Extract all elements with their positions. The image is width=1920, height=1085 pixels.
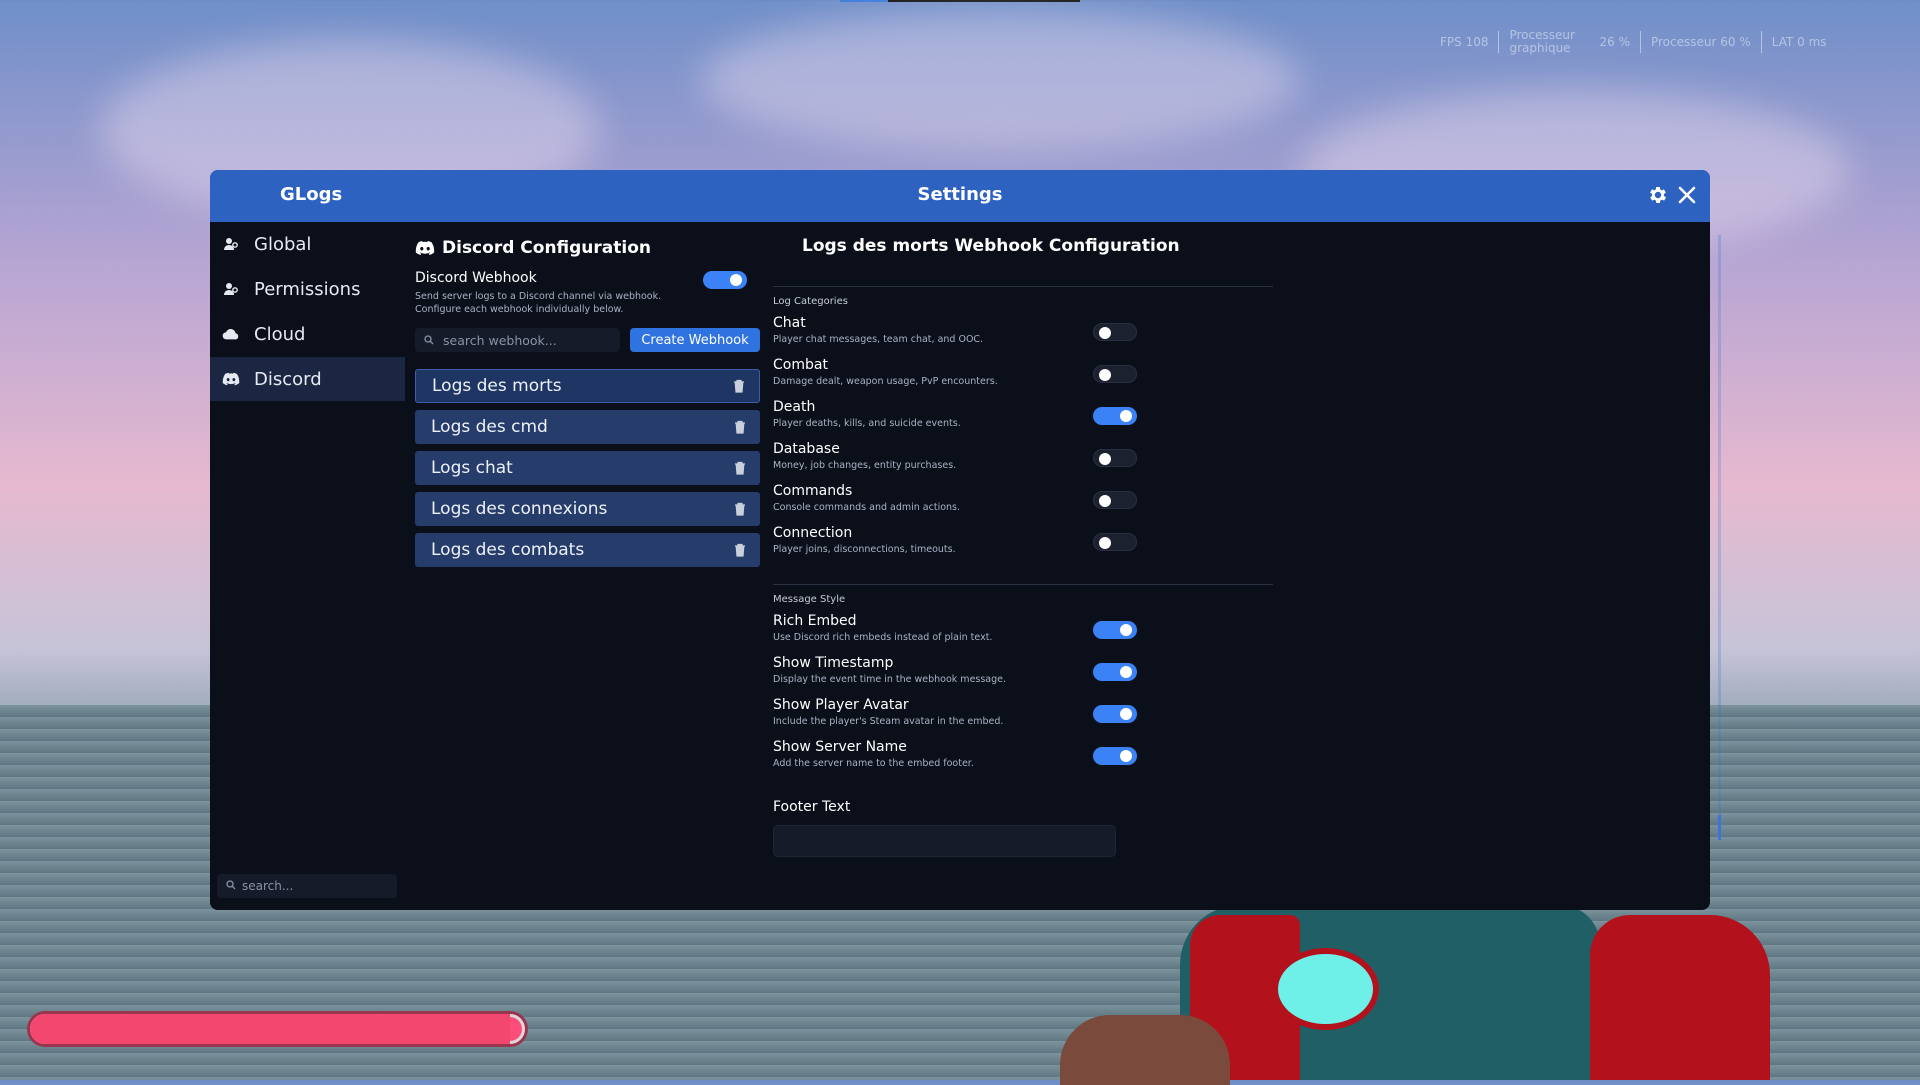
sidebar-search-placeholder: search... (242, 879, 294, 893)
background-scroll-indicator (1718, 235, 1721, 840)
top-progress-mark (840, 0, 1080, 2)
show-timestamp-toggle[interactable] (1093, 663, 1137, 681)
option-name: Chat (773, 315, 806, 331)
discord-webhook-label: Discord Webhook (415, 270, 537, 286)
player-weapon-viewmodel (1060, 905, 1780, 1085)
option-description: Damage dealt, weapon usage, PvP encounte… (773, 376, 998, 387)
option-description: Add the server name to the embed footer. (773, 758, 974, 769)
footer-text-label: Footer Text (773, 799, 851, 815)
performance-overlay: FPS 108 Processeur graphique 26 % Proces… (1440, 22, 1900, 62)
description-line: Configure each webhook individually belo… (415, 304, 624, 315)
webhook-item-label: Logs des morts (432, 376, 562, 396)
sidebar-item-label: Permissions (254, 278, 361, 300)
description-line: Send server logs to a Discord channel vi… (415, 291, 662, 302)
option-name: Database (773, 441, 840, 457)
window-title: Settings (917, 184, 1003, 205)
option-description: Use Discord rich embeds instead of plain… (773, 632, 993, 643)
option-description: Console commands and admin actions. (773, 502, 961, 513)
settings-window: GLogs Settings Global Permissions Cloud (210, 170, 1710, 910)
option-name: Show Server Name (773, 739, 907, 755)
webhook-config-title: Logs des morts Webhook Configuration (802, 236, 1180, 256)
category-database-toggle[interactable] (1093, 449, 1137, 467)
sidebar-search[interactable]: search... (217, 874, 397, 898)
fps-readout: FPS 108 (1440, 35, 1489, 49)
option-description: Money, job changes, entity purchases. (773, 460, 957, 471)
category-commands-toggle[interactable] (1093, 491, 1137, 509)
users-icon (222, 235, 240, 253)
divider (773, 286, 1273, 287)
health-bar-fill (30, 1014, 511, 1044)
divider (773, 584, 1273, 585)
section-title: Discord Configuration (415, 236, 651, 260)
option-description: Display the event time in the webhook me… (773, 674, 1007, 685)
search-icon (226, 879, 236, 893)
window-titlebar: GLogs Settings (210, 170, 1710, 222)
category-combat-toggle[interactable] (1093, 365, 1137, 383)
webhook-item[interactable]: Logs des cmd (415, 410, 760, 444)
rich-embed-toggle[interactable] (1093, 621, 1137, 639)
sidebar-item-permissions[interactable]: Permissions (210, 267, 405, 311)
latency-readout: LAT 0 ms (1771, 35, 1827, 49)
close-icon[interactable] (1674, 182, 1700, 208)
sidebar-item-label: Global (254, 233, 312, 255)
option-name: Connection (773, 525, 853, 541)
sidebar-item-cloud[interactable]: Cloud (210, 312, 405, 356)
webhook-item-label: Logs des cmd (431, 417, 548, 437)
create-webhook-button[interactable]: Create Webhook (630, 328, 760, 352)
webhook-item[interactable]: Logs des morts (415, 369, 760, 403)
webhook-item-label: Logs des combats (431, 540, 585, 560)
message-style-label: Message Style (773, 594, 846, 605)
option-description: Player deaths, kills, and suicide events… (773, 418, 961, 429)
gpu-readout: 26 % (1599, 35, 1630, 49)
webhook-item[interactable]: Logs chat (415, 451, 760, 485)
cpu-readout: Processeur 60 % (1650, 35, 1751, 49)
sidebar-item-label: Discord (254, 368, 322, 390)
log-categories-label: Log Categories (773, 296, 848, 307)
trash-icon[interactable] (728, 415, 752, 439)
webhook-search-placeholder: search webhook... (443, 332, 557, 348)
option-description: Include the player's Steam avatar in the… (773, 716, 1004, 727)
discord-webhook-description: Send server logs to a Discord channel vi… (415, 290, 685, 316)
sidebar-item-label: Cloud (254, 323, 306, 345)
users-icon (222, 280, 240, 298)
trash-icon[interactable] (728, 538, 752, 562)
gear-icon[interactable] (1645, 182, 1671, 208)
discord-webhook-toggle[interactable] (703, 271, 747, 289)
trash-icon[interactable] (728, 456, 752, 480)
option-name: Death (773, 399, 816, 415)
webhook-item[interactable]: Logs des combats (415, 533, 760, 567)
health-bar (30, 1014, 525, 1044)
trash-icon[interactable] (727, 374, 751, 398)
discord-icon (415, 240, 435, 256)
show-player-avatar-toggle[interactable] (1093, 705, 1137, 723)
category-chat-toggle[interactable] (1093, 323, 1137, 341)
option-description: Player chat messages, team chat, and OOC… (773, 334, 984, 345)
webhook-item-label: Logs des connexions (431, 499, 608, 519)
option-name: Show Player Avatar (773, 697, 909, 713)
search-icon (424, 333, 434, 348)
category-connection-toggle[interactable] (1093, 533, 1137, 551)
option-name: Combat (773, 357, 828, 373)
webhook-item-label: Logs chat (431, 458, 513, 478)
sidebar: Global Permissions Cloud Discord search.… (210, 222, 405, 910)
footer-text-input[interactable] (773, 825, 1116, 857)
option-description: Player joins, disconnections, timeouts. (773, 544, 956, 555)
option-name: Show Timestamp (773, 655, 894, 671)
option-name: Rich Embed (773, 613, 857, 629)
category-death-toggle[interactable] (1093, 407, 1137, 425)
section-title-text: Discord Configuration (442, 238, 652, 258)
webhook-config-panel: Logs des morts Webhook Configuration Log… (773, 222, 1273, 910)
sidebar-item-global[interactable]: Global (210, 222, 405, 266)
gpu-label: Processeur graphique (1509, 28, 1575, 55)
webhook-item[interactable]: Logs des connexions (415, 492, 760, 526)
show-server-name-toggle[interactable] (1093, 747, 1137, 765)
discord-icon (222, 370, 240, 388)
discord-config-panel: Discord Configuration Discord Webhook Se… (415, 222, 760, 910)
sidebar-item-discord[interactable]: Discord (210, 357, 405, 401)
webhook-search-input[interactable]: search webhook... (415, 328, 620, 352)
option-name: Commands (773, 483, 853, 499)
trash-icon[interactable] (728, 497, 752, 521)
cloud-icon (222, 325, 240, 343)
